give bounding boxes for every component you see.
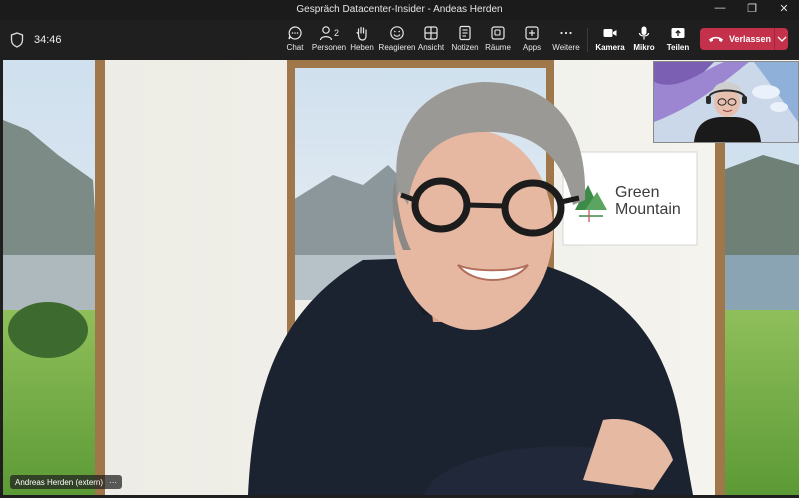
- window-title: Gespräch Datacenter-Insider - Andeas Her…: [296, 4, 503, 15]
- leave-button-group: Verlassen: [700, 28, 788, 50]
- hand-icon: [354, 24, 370, 42]
- rooms-icon: [490, 24, 506, 42]
- react-label: Reagieren: [378, 43, 416, 52]
- notes-button[interactable]: Notizen: [451, 24, 479, 56]
- leave-button[interactable]: Verlassen: [700, 28, 774, 50]
- minimize-icon[interactable]: —: [713, 2, 727, 15]
- apps-button[interactable]: Apps: [522, 24, 542, 56]
- add-apps-icon: [524, 24, 540, 42]
- chat-icon: [287, 24, 303, 42]
- share-screen-icon: [670, 24, 686, 42]
- share-button[interactable]: Teilen: [667, 24, 689, 56]
- meeting-timer: 34:46: [34, 34, 62, 46]
- apps-label: Apps: [522, 43, 542, 52]
- shield-icon[interactable]: [10, 32, 24, 48]
- view-button[interactable]: Ansicht: [417, 24, 445, 56]
- share-label: Teilen: [666, 43, 690, 52]
- people-label: Personen: [311, 43, 347, 52]
- close-icon[interactable]: ✕: [777, 2, 791, 15]
- view-label: Ansicht: [417, 43, 445, 52]
- participant-more-button[interactable]: ···: [109, 478, 117, 487]
- toolbar-divider: [587, 28, 588, 52]
- smiley-icon: [389, 24, 405, 42]
- chat-button[interactable]: Chat: [284, 24, 306, 56]
- mic-button[interactable]: Mikro: [633, 24, 655, 56]
- logo-text-line1: Green: [615, 184, 659, 201]
- logo-text-line2: Mountain: [615, 201, 681, 218]
- camera-label: Kamera: [595, 43, 625, 52]
- rooms-button[interactable]: Räume: [485, 24, 511, 56]
- more-button[interactable]: Weitere: [552, 24, 580, 56]
- microphone-icon: [636, 24, 652, 42]
- window-controls: — ❐ ✕: [713, 2, 791, 15]
- notes-icon: [457, 24, 473, 42]
- people-icon: [319, 26, 333, 41]
- notes-label: Notizen: [451, 43, 479, 52]
- mic-label: Mikro: [633, 43, 655, 52]
- raise-hand-button[interactable]: Heben: [350, 24, 374, 56]
- camera-button[interactable]: Kamera: [595, 24, 625, 56]
- hang-up-icon: [709, 36, 723, 42]
- rooms-label: Räume: [485, 43, 511, 52]
- more-label: Weitere: [552, 43, 580, 52]
- raise-label: Heben: [350, 43, 374, 52]
- participant-name: Andreas Herden (extern): [15, 477, 104, 487]
- react-button[interactable]: Reagieren: [378, 24, 416, 56]
- people-count: 2: [333, 28, 339, 38]
- chevron-down-icon: [777, 36, 786, 42]
- leave-options-button[interactable]: [775, 36, 788, 42]
- meeting-toolbar: 34:46 Chat 2 Personen Heben Reagieren An…: [0, 20, 799, 60]
- people-button[interactable]: 2 Personen: [311, 24, 347, 56]
- chat-label: Chat: [286, 43, 304, 52]
- camera-icon: [602, 24, 618, 42]
- title-bar: Gespräch Datacenter-Insider - Andeas Her…: [0, 0, 799, 20]
- more-dots-icon: [558, 24, 574, 42]
- self-view-feed: [654, 62, 798, 142]
- grid-view-icon: [423, 24, 439, 42]
- restore-icon[interactable]: ❐: [745, 2, 759, 15]
- leave-label: Verlassen: [729, 34, 772, 44]
- participant-name-tag: Andreas Herden (extern) ···: [10, 475, 123, 489]
- self-view-video[interactable]: [653, 61, 799, 143]
